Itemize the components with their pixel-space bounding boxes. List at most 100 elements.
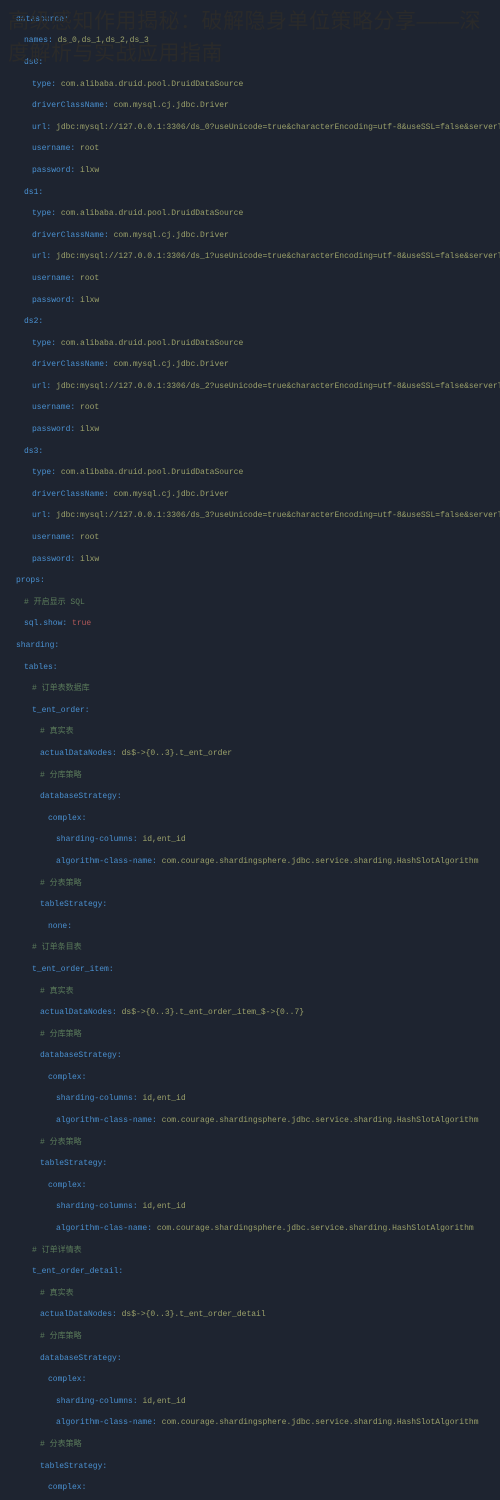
val-ds3-url: jdbc:mysql://127.0.0.1:3306/ds_3?useUnic… xyxy=(56,511,500,520)
val-ds3-pass: ilxw xyxy=(80,555,99,564)
key-item-sc: sharding-columns: xyxy=(8,1094,138,1105)
comment-item-tb: # 分表策略 xyxy=(8,1138,82,1149)
key-item-alg: algorithm-class-name: xyxy=(8,1116,157,1127)
key-order-sc: sharding-columns: xyxy=(8,835,138,846)
val-ds2-url: jdbc:mysql://127.0.0.1:3306/ds_2?useUnic… xyxy=(56,382,500,391)
key-item-complex: complex: xyxy=(8,1073,86,1084)
key-detail-dbs: databaseStrategy: xyxy=(8,1354,122,1365)
val-ds1-type: com.alibaba.druid.pool.DruidDataSource xyxy=(61,209,243,218)
val-order-adn: ds$->{0..3}.t_ent_order xyxy=(122,749,232,758)
key-order-complex: complex: xyxy=(8,814,86,825)
val-detail-adn: ds$->{0..3}.t_ent_order_detail xyxy=(122,1310,266,1319)
val-ds2-user: root xyxy=(80,403,99,412)
key-ds3-user: username: xyxy=(8,533,75,544)
key-props: props: xyxy=(8,576,45,587)
key-ds1-drv: driverClassName: xyxy=(8,231,109,242)
val-ds3-type: com.alibaba.druid.pool.DruidDataSource xyxy=(61,468,243,477)
val-ds2-drv: com.mysql.cj.jdbc.Driver xyxy=(114,360,229,369)
key-ds0-url: url: xyxy=(8,123,51,134)
val-ds1-user: root xyxy=(80,274,99,283)
key-ds2-drv: driverClassName: xyxy=(8,360,109,371)
key-detail-sc: sharding-columns: xyxy=(8,1397,138,1408)
yaml-code-block: datasource: names: ds_0,ds_1,ds_2,ds_3 d… xyxy=(0,0,500,1500)
val-order-sc: id,ent_id xyxy=(142,835,185,844)
key-detail-complex2: complex: xyxy=(8,1483,86,1494)
val-detail-sc: id,ent_id xyxy=(142,1397,185,1406)
key-ds2-pass: password: xyxy=(8,425,75,436)
comment-detail-tb: # 分表策略 xyxy=(8,1440,82,1451)
comment-order-db: # 分库策略 xyxy=(8,771,82,782)
key-item-sc2: sharding-columns: xyxy=(8,1202,138,1213)
comment-order-real: # 真实表 xyxy=(8,727,74,738)
key-ds1-url: url: xyxy=(8,252,51,263)
key-item-complex2: complex: xyxy=(8,1181,86,1192)
val-item-alg2: com.courage.shardingsphere.jdbc.service.… xyxy=(157,1224,474,1233)
key-ds3-drv: driverClassName: xyxy=(8,490,109,501)
key-ds0-type: type: xyxy=(8,80,56,91)
key-ds2-user: username: xyxy=(8,403,75,414)
val-ds0-type: com.alibaba.druid.pool.DruidDataSource xyxy=(61,80,243,89)
val-ds2-pass: ilxw xyxy=(80,425,99,434)
comment-item: # 订单条目表 xyxy=(8,943,82,954)
val-detail-alg: com.courage.shardingsphere.jdbc.service.… xyxy=(162,1418,479,1427)
val-item-sc2: id,ent_id xyxy=(142,1202,185,1211)
comment-detail-db: # 分库策略 xyxy=(8,1332,82,1343)
key-order-none: none: xyxy=(8,922,72,933)
key-ds0-drv: driverClassName: xyxy=(8,101,109,112)
key-ds3-pass: password: xyxy=(8,555,75,566)
key-item-tbs: tableStrategy: xyxy=(8,1159,107,1170)
key-ds1-pass: password: xyxy=(8,296,75,307)
key-ds0-pass: password: xyxy=(8,166,75,177)
key-sqlshow: sql.show: xyxy=(8,619,67,630)
key-ds2-type: type: xyxy=(8,339,56,350)
key-ds1: ds1: xyxy=(8,188,43,199)
val-item-sc: id,ent_id xyxy=(142,1094,185,1103)
key-order: t_ent_order: xyxy=(8,706,90,717)
key-ds2-url: url: xyxy=(8,382,51,393)
val-ds2-type: com.alibaba.druid.pool.DruidDataSource xyxy=(61,339,243,348)
key-detail-tbs: tableStrategy: xyxy=(8,1462,107,1473)
val-item-adn: ds$->{0..3}.t_ent_order_item_$->{0..7} xyxy=(122,1008,304,1017)
key-item-adn: actualDataNodes: xyxy=(8,1008,117,1019)
val-sqlshow: true xyxy=(72,619,91,628)
key-order-tbs: tableStrategy: xyxy=(8,900,107,911)
key-tables: tables: xyxy=(8,663,58,674)
val-ds1-pass: ilxw xyxy=(80,296,99,305)
key-item-dbs: databaseStrategy: xyxy=(8,1051,122,1062)
key-detail-complex: complex: xyxy=(8,1375,86,1386)
val-ds3-user: root xyxy=(80,533,99,542)
comment-order-tb: # 分表策略 xyxy=(8,879,82,890)
key-sharding: sharding: xyxy=(8,641,59,652)
comment-sql: # 开启显示 SQL xyxy=(8,598,85,609)
key-ds3: ds3: xyxy=(8,447,43,458)
article-title: 高级感知作用揭秘：破解隐身单位策略分享——深度解析与实战应用指南 xyxy=(0,0,500,73)
key-detail-adn: actualDataNodes: xyxy=(8,1310,117,1321)
key-ds1-user: username: xyxy=(8,274,75,285)
comment-detail: # 订单详情表 xyxy=(8,1246,82,1257)
key-detail: t_ent_order_detail: xyxy=(8,1267,123,1278)
val-ds0-user: root xyxy=(80,144,99,153)
key-ds3-type: type: xyxy=(8,468,56,479)
val-ds3-drv: com.mysql.cj.jdbc.Driver xyxy=(114,490,229,499)
key-detail-alg: algorithm-class-name: xyxy=(8,1418,157,1429)
comment-order: # 订单表数据库 xyxy=(8,684,90,695)
val-item-alg: com.courage.shardingsphere.jdbc.service.… xyxy=(162,1116,479,1125)
comment-detail-real: # 真实表 xyxy=(8,1289,74,1300)
key-ds3-url: url: xyxy=(8,511,51,522)
key-ds0-user: username: xyxy=(8,144,75,155)
key-ds1-type: type: xyxy=(8,209,56,220)
val-order-alg: com.courage.shardingsphere.jdbc.service.… xyxy=(162,857,479,866)
val-ds1-url: jdbc:mysql://127.0.0.1:3306/ds_1?useUnic… xyxy=(56,252,500,261)
val-ds0-url: jdbc:mysql://127.0.0.1:3306/ds_0?useUnic… xyxy=(56,123,500,132)
key-order-dbs: databaseStrategy: xyxy=(8,792,122,803)
key-order-adn: actualDataNodes: xyxy=(8,749,117,760)
val-ds0-drv: com.mysql.cj.jdbc.Driver xyxy=(114,101,229,110)
val-ds1-drv: com.mysql.cj.jdbc.Driver xyxy=(114,231,229,240)
val-ds0-pass: ilxw xyxy=(80,166,99,175)
comment-item-real: # 真实表 xyxy=(8,987,74,998)
key-item: t_ent_order_item: xyxy=(8,965,114,976)
key-item-alg2: algorithm-clas-name: xyxy=(8,1224,152,1235)
comment-item-db: # 分库策略 xyxy=(8,1030,82,1041)
key-ds2: ds2: xyxy=(8,317,43,328)
key-order-alg: algorithm-class-name: xyxy=(8,857,157,868)
